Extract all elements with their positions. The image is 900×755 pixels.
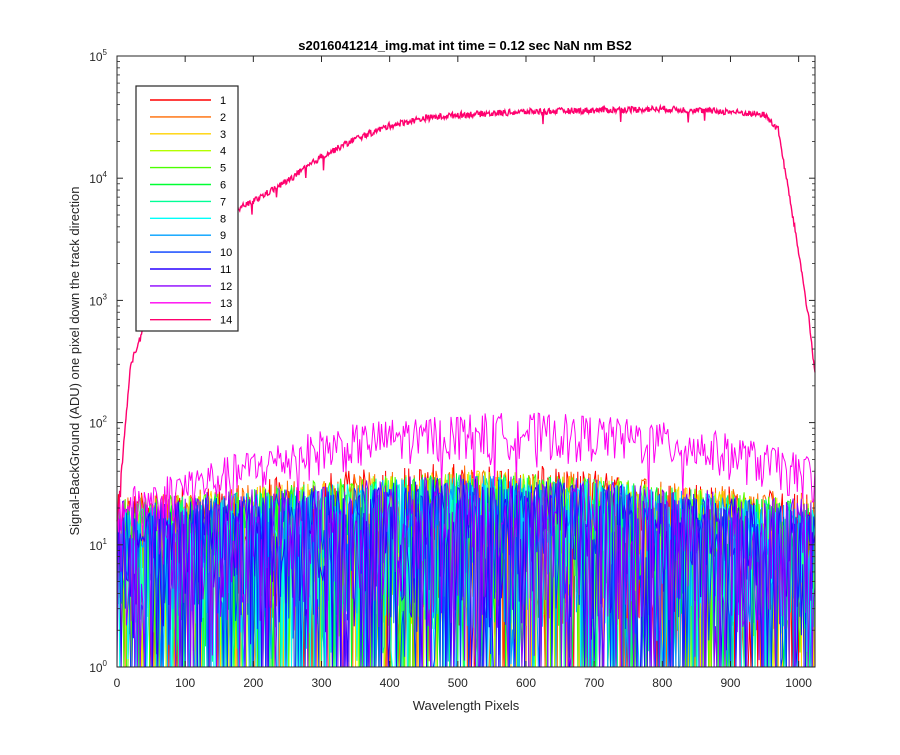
legend-label-9: 9 <box>220 230 226 242</box>
x-tick-label-0: 0 <box>114 676 121 690</box>
x-tick-label-700: 700 <box>584 676 604 690</box>
y-tick-label-0: 100 <box>89 659 107 675</box>
legend-label-10: 10 <box>220 247 232 259</box>
x-tick-label-600: 600 <box>516 676 536 690</box>
legend-label-3: 3 <box>220 129 226 141</box>
x-tick-label-900: 900 <box>720 676 740 690</box>
legend-label-5: 5 <box>220 163 226 175</box>
x-axis-label: Wavelength Pixels <box>413 698 520 713</box>
legend-label-11: 11 <box>220 264 231 276</box>
y-axis-label: Signal-BackGround (ADU) one pixel down t… <box>67 186 82 535</box>
y-tick-label-3: 103 <box>89 292 107 308</box>
legend-label-1: 1 <box>220 95 226 107</box>
x-tick-label-500: 500 <box>448 676 468 690</box>
x-tick-label-1000: 1000 <box>785 676 812 690</box>
x-tick-label-800: 800 <box>652 676 672 690</box>
legend-label-4: 4 <box>220 146 226 158</box>
legend-label-8: 8 <box>220 213 226 225</box>
legend-label-14: 14 <box>220 315 232 327</box>
legend-label-6: 6 <box>220 180 226 192</box>
x-tick-label-400: 400 <box>380 676 400 690</box>
y-tick-label-2: 102 <box>89 415 107 431</box>
chart: s2016041214_img.mat int time = 0.12 sec … <box>67 38 816 713</box>
x-tick-label-300: 300 <box>311 676 331 690</box>
legend-label-13: 13 <box>220 298 232 310</box>
figure: s2016041214_img.mat int time = 0.12 sec … <box>0 0 900 750</box>
x-tick-label-200: 200 <box>243 676 263 690</box>
legend-label-12: 12 <box>220 281 232 293</box>
y-tick-label-4: 104 <box>89 170 107 186</box>
y-tick-label-1: 101 <box>89 537 107 553</box>
legend-label-2: 2 <box>220 112 226 124</box>
x-tick-label-100: 100 <box>175 676 195 690</box>
legend: 1234567891011121314 <box>135 85 239 332</box>
y-tick-label-5: 105 <box>89 48 107 64</box>
legend-label-7: 7 <box>220 196 226 208</box>
chart-title: s2016041214_img.mat int time = 0.12 sec … <box>298 38 632 53</box>
